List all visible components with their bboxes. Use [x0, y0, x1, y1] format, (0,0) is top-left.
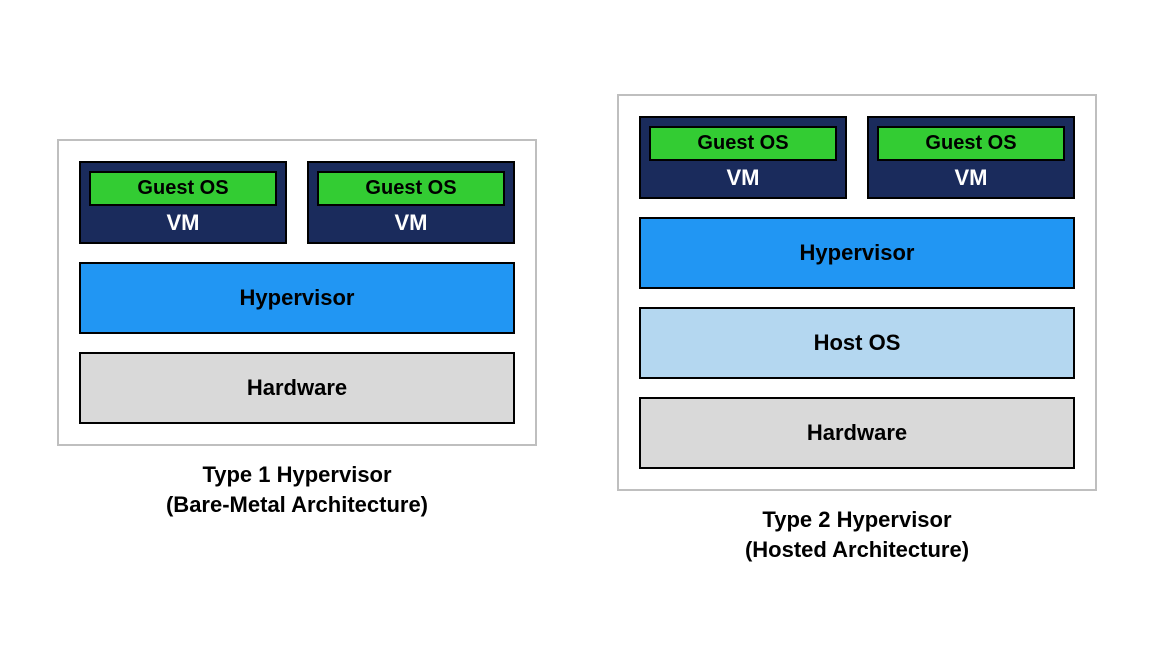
type1-diagram: Hardware Hypervisor Guest OS VM Guest OS… — [57, 139, 537, 446]
type2-diagram: Hardware Host OS Hypervisor Guest OS VM … — [617, 94, 1097, 491]
hypervisor-label: Hypervisor — [240, 285, 355, 311]
hypervisor-label: Hypervisor — [800, 240, 915, 266]
caption-line2: (Hosted Architecture) — [745, 535, 969, 565]
type2-caption: Type 2 Hypervisor (Hosted Architecture) — [745, 505, 969, 564]
vm-label: VM — [167, 206, 200, 236]
guest-os-label: Guest OS — [649, 126, 837, 161]
hardware-label: Hardware — [247, 375, 347, 401]
type1-vm-box-1: Guest OS VM — [307, 161, 515, 244]
type1-column: Hardware Hypervisor Guest OS VM Guest OS… — [57, 139, 537, 519]
vm-label: VM — [727, 161, 760, 191]
hardware-label: Hardware — [807, 420, 907, 446]
guest-os-label: Guest OS — [317, 171, 505, 206]
type2-vm-row: Guest OS VM Guest OS VM — [639, 116, 1075, 199]
type2-hypervisor-layer: Hypervisor — [639, 217, 1075, 289]
type2-column: Hardware Host OS Hypervisor Guest OS VM … — [617, 94, 1097, 564]
vm-label: VM — [955, 161, 988, 191]
guest-os-label: Guest OS — [877, 126, 1065, 161]
type1-hypervisor-layer: Hypervisor — [79, 262, 515, 334]
caption-line1: Type 1 Hypervisor — [166, 460, 428, 490]
type2-hardware-layer: Hardware — [639, 397, 1075, 469]
type1-hardware-layer: Hardware — [79, 352, 515, 424]
type1-vm-row: Guest OS VM Guest OS VM — [79, 161, 515, 244]
type2-vm-box-0: Guest OS VM — [639, 116, 847, 199]
caption-line1: Type 2 Hypervisor — [745, 505, 969, 535]
type1-caption: Type 1 Hypervisor (Bare-Metal Architectu… — [166, 460, 428, 519]
guest-os-label: Guest OS — [89, 171, 277, 206]
host-os-label: Host OS — [814, 330, 901, 356]
caption-line2: (Bare-Metal Architecture) — [166, 490, 428, 520]
type1-vm-box-0: Guest OS VM — [79, 161, 287, 244]
type2-hostos-layer: Host OS — [639, 307, 1075, 379]
type2-vm-box-1: Guest OS VM — [867, 116, 1075, 199]
vm-label: VM — [395, 206, 428, 236]
